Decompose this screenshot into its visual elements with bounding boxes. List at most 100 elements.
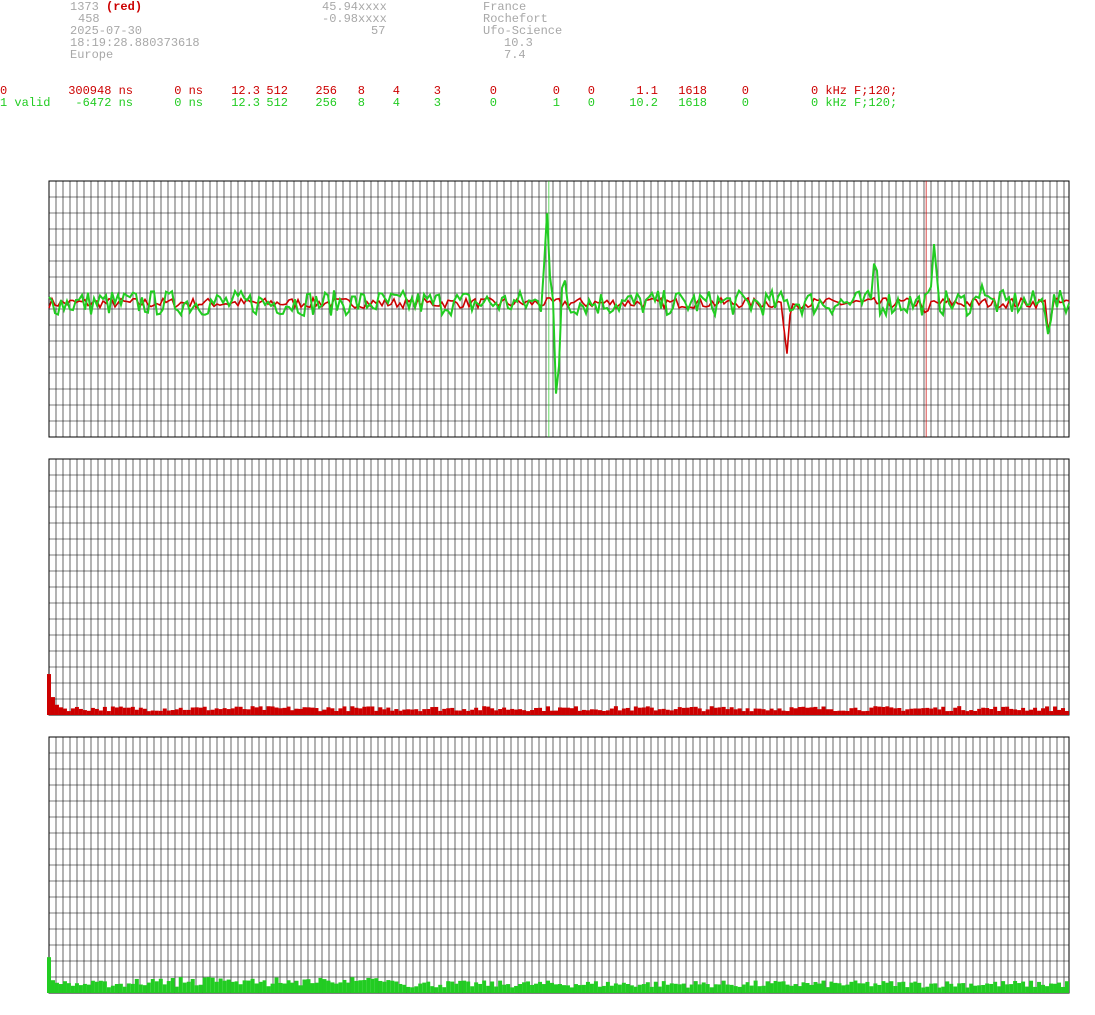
- spectrum-bar-2: [605, 981, 610, 993]
- spectrum-bar-2: [134, 978, 139, 993]
- spectrum-bar-1: [498, 709, 503, 715]
- spectrum-bar-2: [138, 984, 143, 993]
- spectrum-bar-1: [653, 710, 658, 715]
- spectrum-bar-2: [637, 984, 642, 993]
- spectrum-bar-2: [909, 982, 914, 993]
- spectrum-bar-1: [657, 709, 662, 715]
- spectrum-bar-1: [813, 706, 818, 715]
- spectrum-bar-2: [470, 986, 475, 993]
- spectrum-bar-2: [550, 982, 555, 993]
- spectrum-bar-1: [482, 706, 487, 715]
- spectrum-bar-2: [1005, 984, 1010, 993]
- spectrum-bar-1: [118, 706, 123, 715]
- spectrum-bar-2: [246, 980, 251, 993]
- spectrum-bar-2: [997, 986, 1002, 993]
- spectrum-bar-2: [597, 986, 602, 993]
- spectrum-bar-1: [565, 707, 570, 715]
- spectrum-bar-1: [865, 710, 870, 715]
- spectrum-bar-1: [374, 710, 379, 715]
- spectrum-bar-1: [262, 709, 267, 715]
- spectrum-bar-1: [617, 710, 622, 715]
- spectrum-bar-2: [1065, 981, 1069, 993]
- spectrum-bar-2: [554, 984, 558, 993]
- spectrum-bar-2: [354, 980, 359, 993]
- spectrum-bar-1: [450, 707, 455, 715]
- spectrum-bar-1: [230, 708, 235, 715]
- spectrum-bar-2: [518, 984, 523, 993]
- spectrum-bar-1: [985, 708, 990, 715]
- spectrum-bar-2: [1053, 983, 1058, 993]
- spectrum-bar-1: [362, 706, 367, 715]
- spectrum-bar-2: [921, 987, 926, 993]
- spectrum-bar-1: [825, 709, 830, 715]
- spectrum-bar-1: [561, 707, 566, 715]
- spectrum-bar-2: [258, 981, 263, 993]
- spectrum-bar-1: [274, 707, 279, 715]
- spectrum-bar-2: [797, 986, 802, 993]
- spectrum-bar-2: [70, 985, 75, 993]
- spectrum-bar-1: [210, 709, 215, 715]
- spectrum-bar-2: [474, 982, 479, 993]
- spectrum-bar-2: [466, 981, 471, 993]
- spectrum-bar-1: [577, 710, 582, 715]
- spectrum-bar-1: [901, 710, 906, 715]
- spectrum-bar-2: [905, 987, 910, 993]
- spectrum-bar-2: [274, 977, 279, 993]
- spectrum-bar-2: [981, 984, 986, 993]
- spectrum-bar-1: [378, 707, 383, 715]
- spectrum-bar-2: [118, 983, 123, 993]
- spectrum-bar-2: [358, 980, 363, 993]
- spectrum-bar-2: [178, 977, 183, 993]
- spectrum-bar-2: [418, 983, 423, 993]
- spectrum-bar-2: [665, 984, 670, 993]
- spectrum-bar-2: [122, 986, 127, 993]
- spectrum-bar-2: [561, 985, 566, 993]
- spectrum-bar-1: [677, 707, 682, 715]
- spectrum-bar-1: [370, 706, 375, 715]
- spectrum-bar-1: [1013, 709, 1018, 715]
- spectrum-bar-2: [889, 981, 894, 993]
- spectrum-bar-1: [382, 709, 387, 715]
- spectrum-bar-2: [929, 983, 934, 993]
- spectrum-bar-2: [829, 981, 834, 993]
- spectrum-bar-1: [793, 708, 798, 715]
- spectrum-bar-1: [1033, 707, 1038, 715]
- spectrum-bar-1: [585, 710, 590, 715]
- spectrum-bar-2: [94, 981, 99, 993]
- spectrum-bar-2: [781, 981, 786, 993]
- spectrum-bar-1: [98, 710, 103, 715]
- spectrum-bar-1: [929, 708, 934, 715]
- spectrum-bar-2: [601, 985, 606, 993]
- spectrum-bar-1: [390, 710, 395, 715]
- spectrum-bar-2: [713, 984, 718, 993]
- spectrum-bar-1: [522, 710, 527, 715]
- spectrum-bar-2: [142, 985, 147, 993]
- spectrum-bar-1: [550, 710, 555, 715]
- spectrum-bar-2: [206, 977, 211, 993]
- spectrum-bar-1: [965, 711, 970, 715]
- spectrum-bar-1: [849, 708, 854, 715]
- spectrum-bar-1: [326, 707, 331, 715]
- spectrum-bar-2: [194, 985, 199, 993]
- spectrum-bar-1: [406, 709, 411, 715]
- spectrum-bar-1: [182, 709, 187, 715]
- spectrum-bar-2: [813, 981, 818, 993]
- spectrum-bar-2: [330, 982, 335, 993]
- spectrum-bar-1: [601, 710, 606, 715]
- spectrum-bar-2: [953, 986, 958, 993]
- spectrum-bar-2: [446, 981, 451, 993]
- spectrum-bar-2: [737, 986, 742, 993]
- spectrum-bar-1: [781, 710, 786, 715]
- spectrum-bar-2: [218, 978, 223, 993]
- spectrum-bar-1: [438, 710, 443, 715]
- spectrum-bar-1: [554, 710, 558, 715]
- spectrum-bar-2: [410, 987, 415, 993]
- spectrum-bar-2: [901, 981, 906, 993]
- spectrum-bar-2: [1045, 986, 1050, 993]
- spectrum-bar-2: [1001, 981, 1006, 993]
- spectrum-bar-1: [222, 708, 227, 715]
- spectrum-bar-2: [1017, 983, 1022, 993]
- spectrum-bar-2: [849, 981, 854, 993]
- spectrum-bar-1: [1053, 706, 1058, 715]
- spectrum-bar-1: [310, 707, 315, 715]
